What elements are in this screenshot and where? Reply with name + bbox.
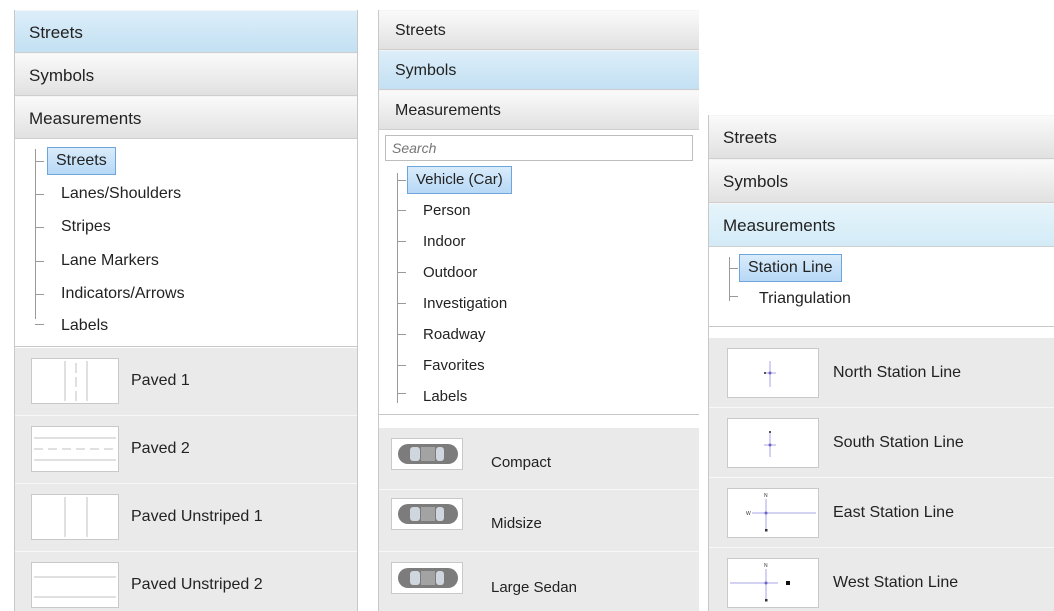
accordion-header-symbols[interactable]: Symbols: [15, 53, 357, 96]
tree-item-lanes-shoulders[interactable]: Lanes/Shoulders: [15, 178, 357, 210]
paved-unstriped-1-thumbnail: [31, 494, 119, 540]
tree-item-vehicle-car[interactable]: Vehicle (Car): [379, 165, 699, 195]
station-west[interactable]: N West Station Line: [709, 548, 1054, 611]
street-template-list: Paved 1 Paved 2 Paved Unstriped 1 Paved …: [15, 348, 357, 611]
accordion-header-measurements[interactable]: Measurements: [379, 90, 699, 130]
search-box: [385, 135, 693, 161]
search-input[interactable]: [386, 136, 692, 160]
paved-unstriped-2-thumbnail: [31, 562, 119, 608]
compass-n-label: N: [764, 563, 768, 569]
tree-item-labels[interactable]: Labels: [379, 381, 699, 412]
west-station-thumbnail: N: [727, 558, 819, 608]
accordion-header-streets[interactable]: Streets: [709, 115, 1054, 159]
station-south[interactable]: South Station Line: [709, 408, 1054, 478]
accordion-header-measurements[interactable]: Measurements: [15, 96, 357, 139]
vehicle-symbol-list: Compact Midsize Large Sedan: [379, 428, 699, 611]
accordion-header-streets[interactable]: Streets: [15, 10, 357, 53]
accordion-header-streets[interactable]: Streets: [379, 10, 699, 50]
tree-item-streets[interactable]: Streets: [15, 144, 357, 178]
template-paved-unstriped-2[interactable]: Paved Unstriped 2: [15, 552, 357, 611]
tree-item-indicators-arrows[interactable]: Indicators/Arrows: [15, 278, 357, 310]
tree-item-favorites[interactable]: Favorites: [379, 350, 699, 381]
measurement-tree: Station Line Triangulation: [709, 247, 1054, 326]
station-north[interactable]: North Station Line: [709, 338, 1054, 408]
template-paved-2[interactable]: Paved 2: [15, 416, 357, 484]
streets-panel: Streets Symbols Measurements Streets Lan…: [14, 10, 358, 611]
south-station-thumbnail: [727, 418, 819, 468]
tree-item-indoor[interactable]: Indoor: [379, 226, 699, 257]
accordion-header-symbols[interactable]: Symbols: [379, 50, 699, 90]
symbol-midsize[interactable]: Midsize: [379, 490, 699, 552]
divider: [15, 346, 357, 347]
tree-item-station-line[interactable]: Station Line: [709, 252, 1054, 284]
tree-item-investigation[interactable]: Investigation: [379, 288, 699, 319]
paved-2-thumbnail: [31, 426, 119, 472]
accordion-header-symbols[interactable]: Symbols: [709, 159, 1054, 203]
divider: [379, 414, 699, 415]
template-paved-unstriped-1[interactable]: Paved Unstriped 1: [15, 484, 357, 552]
tree-item-triangulation[interactable]: Triangulation: [709, 284, 1054, 314]
station-east[interactable]: N W East Station Line: [709, 478, 1054, 548]
tree-item-stripes[interactable]: Stripes: [15, 210, 357, 244]
symbols-panel: Streets Symbols Measurements Vehicle (Ca…: [378, 10, 699, 611]
paved-1-thumbnail: [31, 358, 119, 404]
symbol-compact[interactable]: Compact: [379, 428, 699, 490]
north-station-thumbnail: [727, 348, 819, 398]
template-paved-1[interactable]: Paved 1: [15, 348, 357, 416]
large-sedan-car-icon: [391, 562, 463, 594]
compass-w-label: W: [746, 511, 751, 517]
east-station-thumbnail: N W: [727, 488, 819, 538]
tree-item-roadway[interactable]: Roadway: [379, 319, 699, 350]
divider: [709, 326, 1054, 327]
compass-n-label: N: [764, 493, 768, 499]
accordion-header-measurements[interactable]: Measurements: [709, 203, 1054, 247]
symbol-large-sedan[interactable]: Large Sedan: [379, 552, 699, 611]
tree-item-person[interactable]: Person: [379, 195, 699, 226]
tree-item-labels[interactable]: Labels: [15, 310, 357, 342]
compact-car-icon: [391, 438, 463, 470]
midsize-car-icon: [391, 498, 463, 530]
tree-item-outdoor[interactable]: Outdoor: [379, 257, 699, 288]
category-tree: Streets Lanes/Shoulders Stripes Lane Mar…: [15, 139, 357, 346]
station-line-list: North Station Line South Station Line N …: [709, 338, 1054, 611]
measurements-panel: Streets Symbols Measurements Station Lin…: [708, 115, 1054, 611]
tree-item-lane-markers[interactable]: Lane Markers: [15, 244, 357, 278]
symbol-category-tree: Vehicle (Car) Person Indoor Outdoor Inve…: [379, 165, 699, 414]
